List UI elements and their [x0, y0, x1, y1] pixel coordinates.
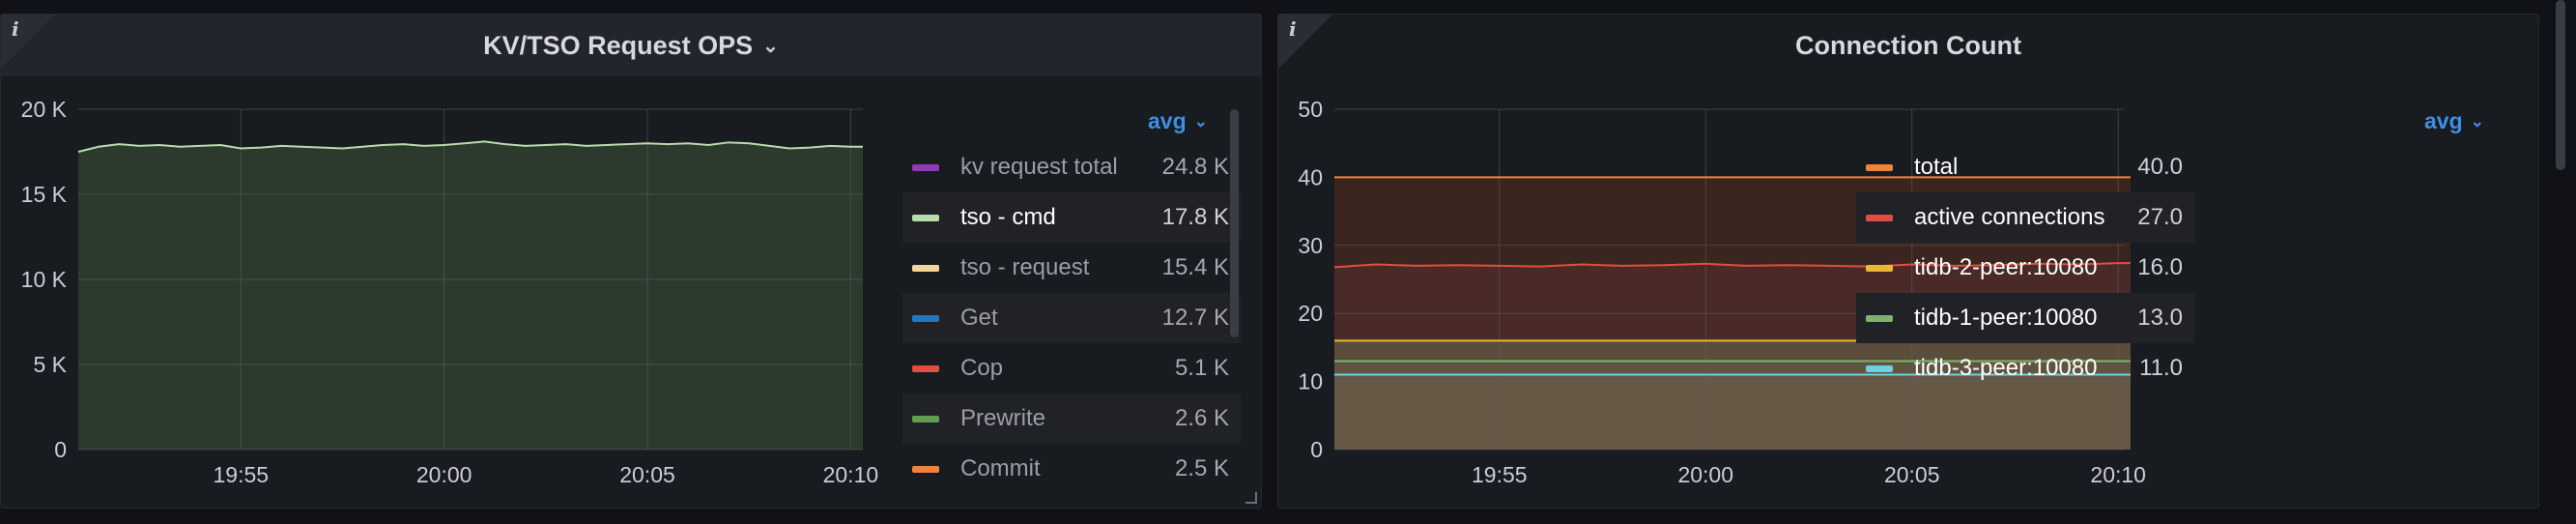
- legend-item-tso-cmd[interactable]: tso - cmd 17.8 K: [902, 192, 1241, 243]
- series-swatch: [912, 364, 939, 372]
- chevron-down-icon: ⌄: [1193, 111, 1208, 131]
- legend-item-commit[interactable]: Commit 2.5 K: [902, 444, 1241, 494]
- chevron-down-icon: ⌄: [2470, 111, 2484, 131]
- y-tick-label: 50: [1298, 97, 1323, 122]
- x-tick-label: 19:55: [214, 462, 270, 487]
- x-tick-label: 20:00: [416, 462, 472, 487]
- y-tick-label: 10 K: [21, 267, 68, 292]
- y-tick-label: 0: [1310, 437, 1323, 462]
- legend-series-name: active connections: [1914, 204, 2105, 230]
- series-swatch: [1866, 163, 1893, 171]
- legend-series-value: 24.8 K: [1161, 154, 1229, 180]
- y-tick-label: 40: [1298, 164, 1323, 189]
- legend-series-name: tidb-2-peer:10080: [1914, 254, 2098, 280]
- series-swatch: [1866, 314, 1893, 322]
- y-tick-label: 30: [1298, 233, 1323, 258]
- series-area-0: [78, 141, 863, 450]
- x-tick-label: 20:10: [823, 462, 879, 487]
- y-tick-label: 10: [1298, 369, 1323, 394]
- legend-series-name: Prewrite: [960, 405, 1046, 431]
- x-tick-label: 19:55: [1472, 462, 1528, 487]
- series-swatch: [912, 163, 939, 171]
- page-scrollbar[interactable]: [2556, 0, 2565, 170]
- series-swatch: [1866, 264, 1893, 272]
- connection-count-panel: Connection Count i 0 10 20 30 40 50 19:55 20:00…: [1277, 14, 2539, 509]
- series-swatch: [912, 264, 939, 272]
- legend-series-value: 40.0: [2137, 154, 2183, 180]
- legend-series-name: Get: [960, 305, 998, 331]
- legend-item-get[interactable]: Get 12.7 K: [902, 293, 1241, 343]
- legend-item-tidb-2-peer[interactable]: tidb-2-peer:10080 16.0: [1856, 243, 2194, 293]
- legend-series-value: 17.8 K: [1161, 204, 1229, 230]
- legend-item-prewrite[interactable]: Prewrite 2.6 K: [902, 393, 1241, 444]
- legend-series-value: 13.0: [2137, 305, 2183, 331]
- legend-avg-label: avg: [2424, 108, 2463, 133]
- series-swatch: [912, 465, 939, 473]
- legend-series-value: 27.0: [2137, 204, 2183, 230]
- x-tick-label: 20:00: [1677, 462, 1733, 487]
- y-tick-label: 20 K: [21, 97, 68, 122]
- legend-series-value: 2.5 K: [1174, 455, 1229, 481]
- series-swatch: [912, 314, 939, 322]
- legend-item-active-connections[interactable]: active connections 27.0: [1856, 192, 2194, 243]
- series-swatch: [1866, 214, 1893, 221]
- legend-item-total[interactable]: total 40.0: [1856, 142, 2194, 192]
- y-tick-label: 0: [54, 437, 67, 462]
- legend-series-name: Cop: [960, 355, 1004, 381]
- series-swatch: [912, 214, 939, 221]
- legend-item-kv-request-total[interactable]: kv request total 24.8 K: [902, 142, 1241, 192]
- x-tick-label: 20:05: [1884, 462, 1940, 487]
- legend-series-name: tidb-1-peer:10080: [1914, 305, 2098, 331]
- legend-series-value: 2.6 K: [1174, 405, 1229, 431]
- legend-series-value: 12.7 K: [1161, 305, 1229, 331]
- x-tick-label: 20:05: [619, 462, 675, 487]
- legend-sort-avg[interactable]: avg ⌄: [1148, 108, 1208, 134]
- legend-series-value: 11.0: [2139, 355, 2183, 381]
- series-swatch: [1866, 364, 1893, 372]
- y-tick-label: 20: [1298, 301, 1323, 326]
- y-tick-label: 15 K: [21, 182, 68, 207]
- legend-series-value: 16.0: [2137, 254, 2183, 280]
- series-swatch: [912, 415, 939, 422]
- resize-handle[interactable]: [1245, 492, 1257, 504]
- legend-series-name: tso - cmd: [960, 204, 1056, 230]
- legend-series-name: tidb-3-peer:10080: [1914, 355, 2098, 381]
- legend-series-name: Commit: [960, 455, 1041, 481]
- legend-item-tso-request[interactable]: tso - request 15.4 K: [902, 243, 1241, 293]
- legend-item-cop[interactable]: Cop 5.1 K: [902, 343, 1241, 393]
- legend-series-name: kv request total: [960, 154, 1118, 180]
- legend-series-name: tso - request: [960, 254, 1090, 280]
- legend-series-name: total: [1914, 154, 1959, 180]
- legend-scrollbar[interactable]: [1230, 109, 1239, 337]
- kv-tso-request-ops-panel: KV/TSO Request OPS ⌄ i 05 K 10 K 15 K 20 K1…: [0, 14, 1262, 509]
- y-tick-label: 5 K: [33, 352, 67, 377]
- legend-sort-avg[interactable]: avg ⌄: [2424, 108, 2484, 134]
- legend-avg-label: avg: [1148, 108, 1187, 133]
- x-tick-label: 20:10: [2090, 462, 2146, 487]
- legend-series-value: 5.1 K: [1174, 355, 1229, 381]
- legend-series-value: 15.4 K: [1161, 254, 1229, 280]
- legend-item-tidb-1-peer[interactable]: tidb-1-peer:10080 13.0: [1856, 293, 2194, 343]
- legend-item-tidb-3-peer[interactable]: tidb-3-peer:10080 11.0: [1856, 343, 2194, 393]
